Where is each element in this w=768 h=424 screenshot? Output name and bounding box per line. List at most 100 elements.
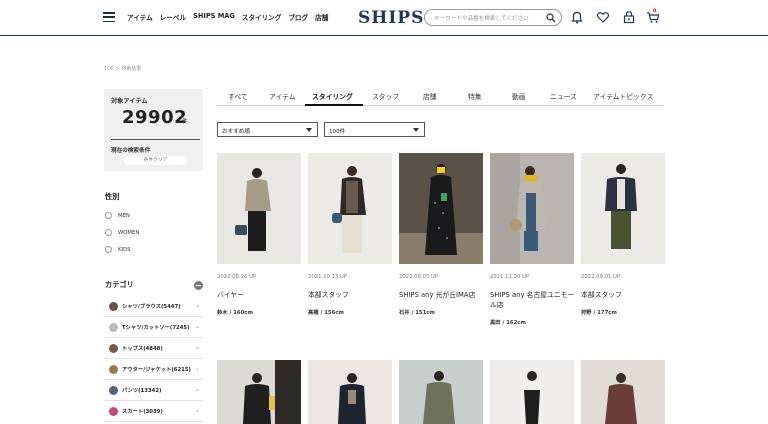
card-title[interactable]: SHIPS any 光が丘IMA店 — [399, 290, 487, 300]
active-tab-indicator — [305, 104, 363, 106]
per-page-select[interactable]: 100件 — [324, 122, 425, 137]
post-date: 2022.08.05 UP — [399, 274, 439, 280]
chevron-down-icon[interactable]: ⌄ — [195, 302, 200, 309]
cart-count-badge: 0 — [653, 9, 657, 14]
sort-value: おすすめ順 — [222, 128, 250, 135]
staff-info[interactable]: 黒田 / 162cm — [490, 318, 526, 326]
divider — [111, 139, 200, 140]
post-date: 2021.11.30 UP — [490, 274, 530, 280]
staff-info[interactable]: 狩野 / 177cm — [581, 308, 617, 316]
global-nav: アイテム レーベル SHIPS MAG スタイリング ブログ 店舗 — [127, 12, 335, 22]
caret-down-icon — [413, 128, 419, 132]
styling-image[interactable] — [217, 153, 301, 264]
category-label: アウター/ジャケット(6215) — [122, 367, 191, 373]
category-item[interactable]: パンツ(13342) ⌄ — [104, 380, 203, 401]
category-thumb-icon — [109, 343, 118, 353]
lock-icon[interactable] — [622, 10, 636, 24]
styling-image[interactable] — [308, 153, 392, 264]
item-count-box: 対象アイテム 29902 件 現在の検索条件 条件クリア — [104, 89, 203, 171]
collapse-minus-icon[interactable] — [194, 281, 203, 290]
count-label: 対象アイテム — [111, 98, 148, 105]
tab-item-topics[interactable]: アイテムトピックス — [593, 91, 653, 101]
per-page-value: 100件 — [329, 128, 346, 135]
category-thumb-icon — [109, 301, 118, 311]
gender-option-women[interactable]: WOMEN — [105, 229, 139, 236]
styling-image[interactable] — [217, 360, 301, 424]
clear-conditions-button[interactable]: 条件クリア — [124, 156, 187, 165]
styling-image[interactable] — [308, 360, 392, 424]
chevron-down-icon[interactable]: ⌄ — [195, 344, 200, 351]
heart-icon[interactable] — [596, 10, 610, 24]
category-thumb-icon — [109, 406, 118, 416]
condition-label: 現在の検索条件 — [111, 148, 151, 154]
gender-option-men[interactable]: MEN — [105, 212, 130, 219]
radio-icon[interactable] — [105, 212, 112, 219]
staff-info[interactable]: 鈴木 / 160cm — [217, 308, 253, 316]
category-item[interactable]: Tシャツ/カットソー(7245) ⌄ — [104, 317, 203, 338]
post-date: 2022.08.26 UP — [217, 274, 257, 280]
styling-image[interactable] — [399, 360, 483, 424]
category-item[interactable]: アウター/ジャケット(6215) ⌄ — [104, 359, 203, 380]
nav-item[interactable]: レーベル — [160, 12, 186, 22]
radio-icon[interactable] — [105, 246, 112, 253]
hamburger-menu-icon[interactable] — [103, 12, 115, 23]
tab-items[interactable]: アイテム — [269, 91, 296, 101]
styling-image[interactable] — [490, 360, 574, 424]
styling-image[interactable] — [581, 153, 665, 264]
nav-item[interactable]: アイテム — [127, 12, 153, 22]
chevron-down-icon[interactable]: ⌄ — [195, 386, 200, 393]
gender-title: 性別 — [105, 192, 120, 201]
search-placeholder: キーワードや品番を検索してください — [434, 16, 529, 22]
category-label: Tシャツ/カットソー(7245) — [122, 325, 190, 331]
post-date: 2022.09.01 UP — [581, 274, 621, 280]
category-label: スカート(3039) — [122, 409, 163, 415]
category-item[interactable]: スカート(3039) ⌄ — [104, 401, 203, 422]
styling-image[interactable] — [399, 153, 483, 264]
category-label: シャツ/ブラウス(5447) — [122, 304, 181, 310]
search-icon[interactable] — [546, 13, 556, 23]
card-title[interactable]: 本部スタッフ — [308, 290, 396, 300]
staff-info[interactable]: 石井 / 151cm — [399, 308, 435, 316]
gender-label: KIDS — [118, 246, 131, 253]
card-title[interactable]: 本部スタッフ — [581, 290, 669, 300]
tab-styling[interactable]: スタイリング — [312, 91, 353, 101]
search-input[interactable]: キーワードや品番を検索してください — [424, 9, 562, 26]
category-thumb-icon — [109, 322, 118, 332]
tab-all[interactable]: すべて — [228, 91, 248, 101]
sort-select[interactable]: おすすめ順 — [217, 122, 318, 137]
tab-news[interactable]: ニュース — [550, 91, 577, 101]
breadcrumb[interactable]: TOP > 検索結果 — [104, 65, 141, 72]
nav-item[interactable]: スタイリング — [242, 12, 282, 22]
chevron-down-icon[interactable]: ⌄ — [195, 407, 200, 414]
category-thumb-icon — [109, 364, 118, 374]
styling-image[interactable] — [490, 153, 574, 264]
tab-stores[interactable]: 店舗 — [423, 91, 437, 101]
nav-item[interactable]: 店舗 — [315, 12, 328, 22]
bell-icon[interactable] — [570, 10, 584, 24]
tab-videos[interactable]: 動画 — [512, 91, 526, 101]
nav-item[interactable]: ブログ — [288, 12, 308, 22]
site-header: アイテム レーベル SHIPS MAG スタイリング ブログ 店舗 SHIPS … — [0, 0, 768, 36]
category-item[interactable]: トップス(4848) ⌄ — [104, 338, 203, 359]
card-title[interactable]: バイヤー — [217, 290, 305, 300]
chevron-down-icon[interactable]: ⌄ — [195, 365, 200, 372]
chevron-down-icon[interactable]: ⌄ — [195, 323, 200, 330]
styling-image[interactable] — [581, 360, 665, 424]
tab-features[interactable]: 特集 — [468, 91, 482, 101]
count-unit: 件 — [182, 119, 188, 125]
card-title[interactable]: SHIPS any 名古屋ユニモール店 — [490, 290, 578, 310]
category-item[interactable]: シャツ/ブラウス(5447) ⌄ — [104, 296, 203, 317]
gender-label: MEN — [118, 212, 130, 219]
gender-option-kids[interactable]: KIDS — [105, 246, 130, 253]
post-date: 2021.10.13 UP — [308, 274, 348, 280]
gender-label: WOMEN — [118, 229, 140, 236]
nav-item[interactable]: SHIPS MAG — [193, 12, 235, 22]
ships-logo[interactable]: SHIPS — [358, 8, 424, 28]
search-tabs: すべて アイテム スタイリング スタッフ 店舗 特集 動画 ニュース アイテムト… — [217, 88, 664, 106]
staff-info[interactable]: 高橋 / 156cm — [308, 308, 344, 316]
item-count: 29902 — [122, 107, 188, 128]
tab-staff[interactable]: スタッフ — [372, 91, 399, 101]
category-label: パンツ(13342) — [122, 388, 162, 394]
category-thumb-icon — [109, 385, 118, 395]
radio-icon[interactable] — [105, 229, 112, 236]
